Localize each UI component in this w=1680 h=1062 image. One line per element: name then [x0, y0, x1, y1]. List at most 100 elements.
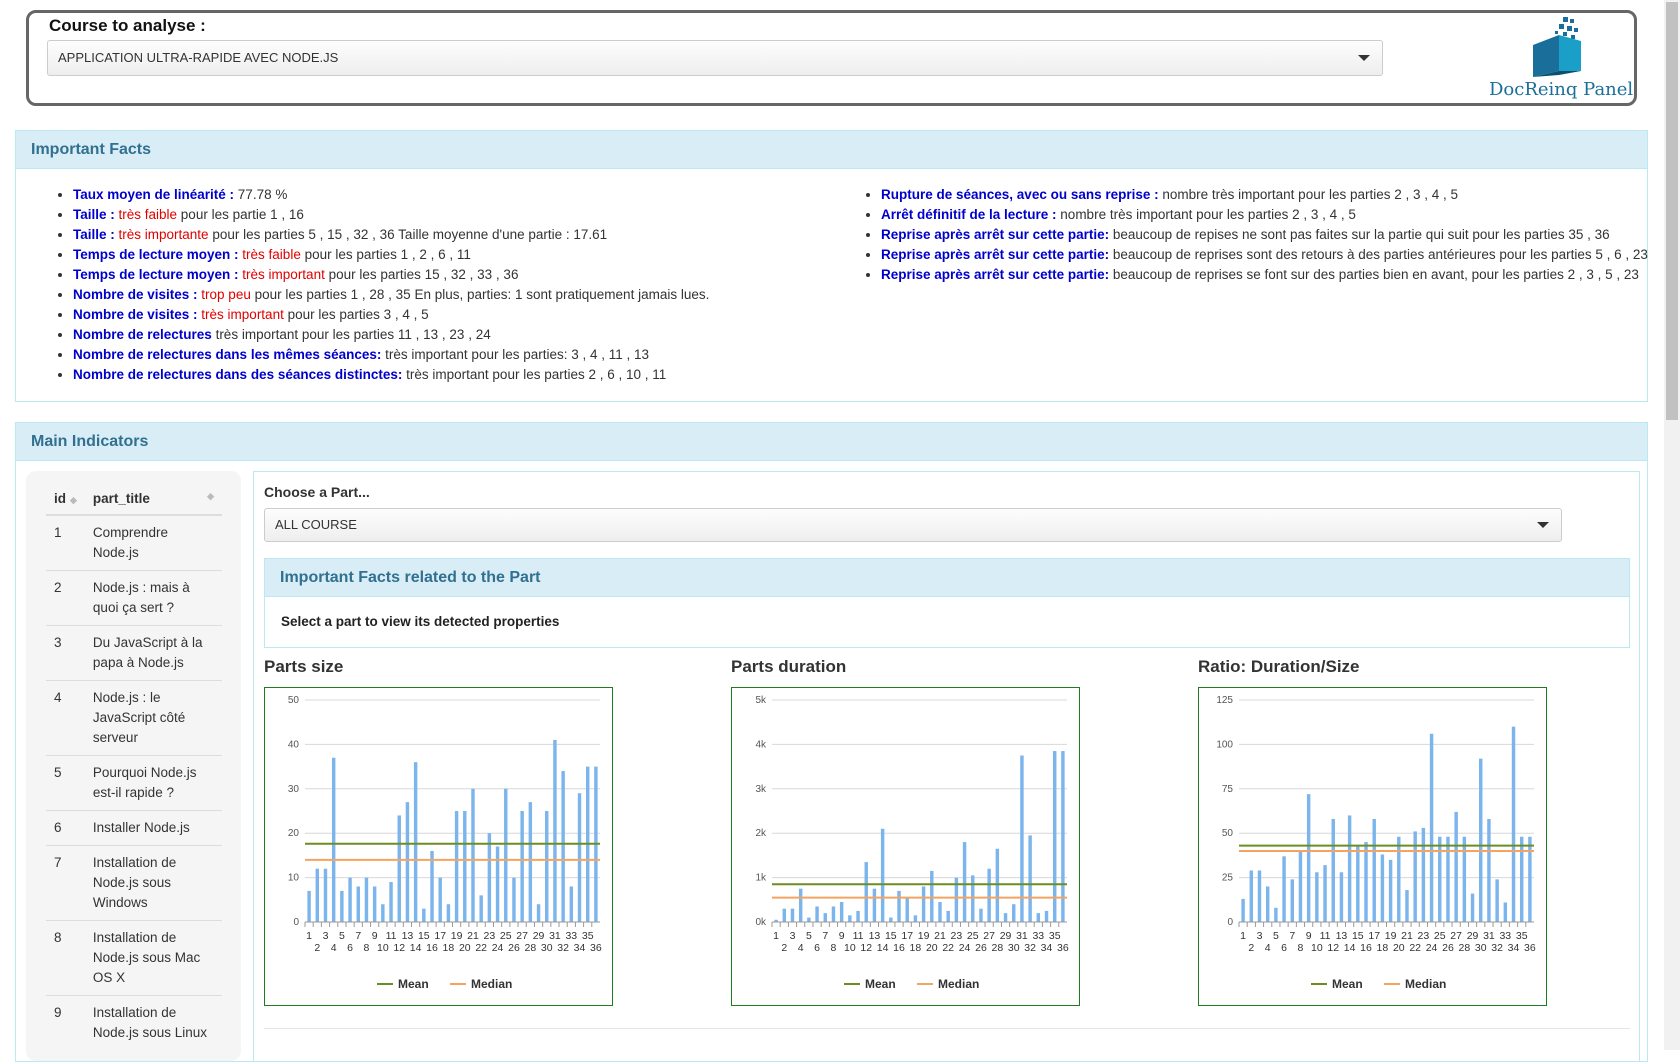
x-tick-label: 28: [1459, 942, 1471, 954]
bar: [577, 793, 582, 922]
x-tick-label: 34: [1508, 942, 1520, 954]
fact-text: pour les parties 15 , 32 , 33 , 36: [324, 267, 519, 282]
bar: [315, 868, 320, 922]
table-row[interactable]: 8 Installation de Node.js sous Mac OS X: [46, 920, 222, 996]
column-header-part-title[interactable]: part_title ◆: [84, 483, 222, 516]
fact-text: nombre très important pour les parties 2…: [1158, 187, 1459, 202]
bar: [1012, 904, 1016, 922]
x-tick-label: 8: [1298, 942, 1304, 954]
course-selector-panel: Course to analyse : APPLICATION ULTRA-RA…: [26, 10, 1637, 106]
part-title: Node.js : le JavaScript côté serveur: [84, 680, 222, 756]
bar: [323, 868, 328, 922]
legend-median-label[interactable]: Median: [938, 977, 979, 991]
bar: [897, 890, 901, 922]
bar: [348, 877, 352, 922]
legend-mean-label[interactable]: Mean: [398, 977, 429, 991]
bar: [1331, 818, 1335, 922]
fact-text: pour les parties 3 , 4 , 5: [283, 307, 429, 322]
y-tick-label: 30: [288, 784, 300, 795]
bar: [364, 877, 369, 922]
x-tick-label: 2: [314, 942, 320, 954]
bar: [971, 875, 975, 922]
x-tick-label: 24: [959, 942, 971, 954]
fact-item: Nombre de relectures dans les mêmes séan…: [73, 345, 853, 365]
y-tick-label: 125: [1216, 695, 1233, 706]
sort-icon: ◆: [70, 495, 77, 505]
bar: [1487, 818, 1491, 922]
bar: [1495, 879, 1499, 922]
legend-median-label[interactable]: Median: [471, 977, 512, 991]
fact-key: Nombre de relectures dans des séances di…: [73, 367, 403, 382]
fact-item: Nombre de relectures dans des séances di…: [73, 365, 853, 385]
part-facts-text: Select a part to view its detected prope…: [281, 614, 560, 629]
bar: [831, 906, 836, 922]
x-tick-label: 9: [372, 930, 378, 942]
legend-median-label[interactable]: Median: [1405, 977, 1446, 991]
x-tick-label: 9: [839, 930, 845, 942]
x-tick-label: 19: [451, 930, 463, 942]
bar: [856, 910, 860, 922]
y-tick-label: 25: [1222, 873, 1234, 884]
x-tick-label: 26: [508, 942, 520, 954]
x-tick-label: 13: [402, 930, 414, 942]
x-tick-label: 7: [822, 930, 828, 942]
legend-mean-label[interactable]: Mean: [865, 977, 896, 991]
bar: [504, 788, 508, 922]
x-tick-label: 6: [1281, 942, 1287, 954]
bar: [1306, 794, 1311, 922]
table-row[interactable]: 9 Installation de Node.js sous Linux: [46, 995, 222, 1050]
x-tick-label: 17: [434, 930, 446, 942]
y-tick-label: 1k: [755, 873, 767, 884]
y-tick-label: 5k: [755, 695, 767, 706]
bar: [1347, 815, 1352, 922]
legend-mean-label[interactable]: Mean: [1332, 977, 1363, 991]
bar: [307, 890, 311, 922]
bar: [389, 882, 393, 922]
part-facts-panel: Important Facts related to the Part Sele…: [264, 558, 1630, 648]
table-row[interactable]: 1 Comprendre Node.js: [46, 514, 222, 571]
x-tick-label: 27: [1450, 930, 1462, 942]
course-select[interactable]: APPLICATION ULTRA-RAPIDE AVEC NODE.JS: [47, 40, 1383, 76]
x-tick-label: 33: [565, 930, 577, 942]
x-tick-label: 30: [1008, 942, 1020, 954]
fact-key: Arrêt définitif de la lecture :: [881, 207, 1057, 222]
bar: [1044, 910, 1049, 922]
bar: [782, 908, 787, 922]
part-select-value: ALL COURSE: [275, 517, 357, 532]
fact-item: Nombre de relectures très important pour…: [73, 325, 853, 345]
fact-key: Temps de lecture moyen :: [73, 247, 239, 262]
table-row[interactable]: 3 Du JavaScript à la papa à Node.js: [46, 625, 222, 681]
bar: [1446, 836, 1450, 922]
bar: [405, 802, 410, 922]
fact-text: très important pour les parties 11 , 13 …: [211, 327, 491, 342]
y-tick-label: 100: [1216, 739, 1233, 750]
table-row[interactable]: 4 Node.js : le JavaScript côté serveur: [46, 680, 222, 756]
bar: [422, 908, 426, 922]
part-id: 1: [46, 514, 85, 571]
x-tick-label: 33: [1032, 930, 1044, 942]
table-row[interactable]: 5 Pourquoi Node.js est-il rapide ?: [46, 755, 222, 811]
fact-text: très important pour les parties 2 , 6 , …: [402, 367, 667, 382]
x-tick-label: 29: [533, 930, 545, 942]
fact-item: Taille : très importante pour les partie…: [73, 225, 853, 245]
x-tick-label: 35: [1516, 930, 1528, 942]
bar: [561, 771, 565, 922]
scrollbar-thumb[interactable]: [1666, 2, 1678, 420]
fact-item: Arrêt définitif de la lecture : nombre t…: [881, 205, 1671, 225]
part-select[interactable]: ALL COURSE: [264, 508, 1562, 542]
table-row[interactable]: 2 Node.js : mais à quoi ça sert ?: [46, 570, 222, 626]
x-tick-label: 21: [1401, 930, 1413, 942]
column-header-id[interactable]: id ◆: [46, 483, 85, 516]
page-scrollbar[interactable]: [1664, 0, 1680, 1050]
bar: [1257, 870, 1262, 922]
bar: [1397, 836, 1401, 922]
x-tick-label: 28: [525, 942, 537, 954]
bar: [331, 757, 336, 922]
x-tick-label: 6: [347, 942, 353, 954]
fact-text: pour les parties 5 , 15 , 32 , 36 Taille…: [208, 227, 608, 242]
table-row[interactable]: 7 Installation de Node.js sous Windows: [46, 845, 222, 921]
fact-text: très important pour les parties: 3 , 4 ,…: [381, 347, 650, 362]
bar: [864, 862, 868, 922]
y-tick-label: 50: [288, 695, 300, 706]
table-row[interactable]: 6 Installer Node.js: [46, 810, 222, 846]
